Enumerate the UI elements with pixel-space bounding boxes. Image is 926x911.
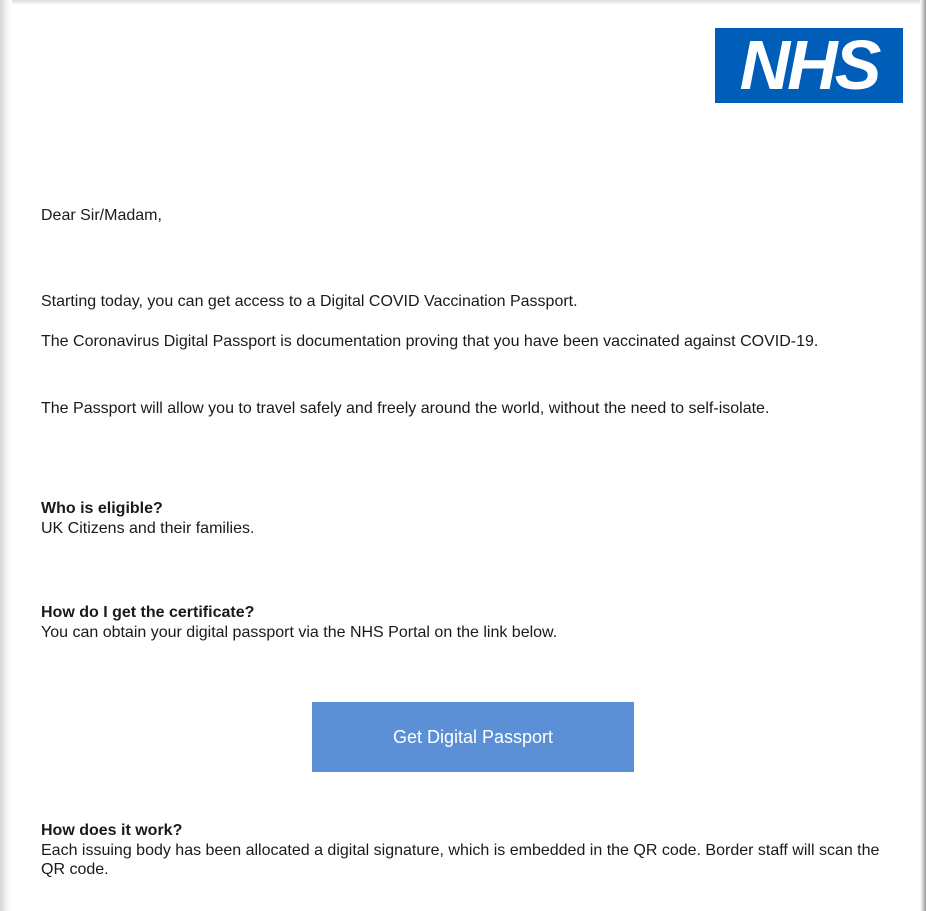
- window-shadow-right: [920, 0, 926, 911]
- section-heading-certificate: How do I get the certificate?: [41, 604, 255, 621]
- section-heading-how-it-works: How does it work?: [41, 822, 183, 839]
- window-shadow-left: [0, 0, 12, 911]
- greeting: Dear Sir/Madam,: [41, 207, 162, 224]
- section-body-eligibility: UK Citizens and their families.: [41, 520, 255, 537]
- section-body-certificate: You can obtain your digital passport via…: [41, 624, 558, 641]
- email-body: NHS Dear Sir/Madam, Starting today, you …: [12, 5, 920, 911]
- paragraph-definition: The Coronavirus Digital Passport is docu…: [41, 333, 819, 350]
- nhs-logo: NHS: [715, 28, 903, 103]
- section-body-how-it-works: Each issuing body has been allocated a d…: [41, 842, 880, 878]
- paragraph-travel: The Passport will allow you to travel sa…: [41, 400, 770, 417]
- paragraph-intro: Starting today, you can get access to a …: [41, 293, 578, 310]
- section-heading-eligibility: Who is eligible?: [41, 500, 163, 517]
- get-digital-passport-button[interactable]: Get Digital Passport: [312, 702, 634, 772]
